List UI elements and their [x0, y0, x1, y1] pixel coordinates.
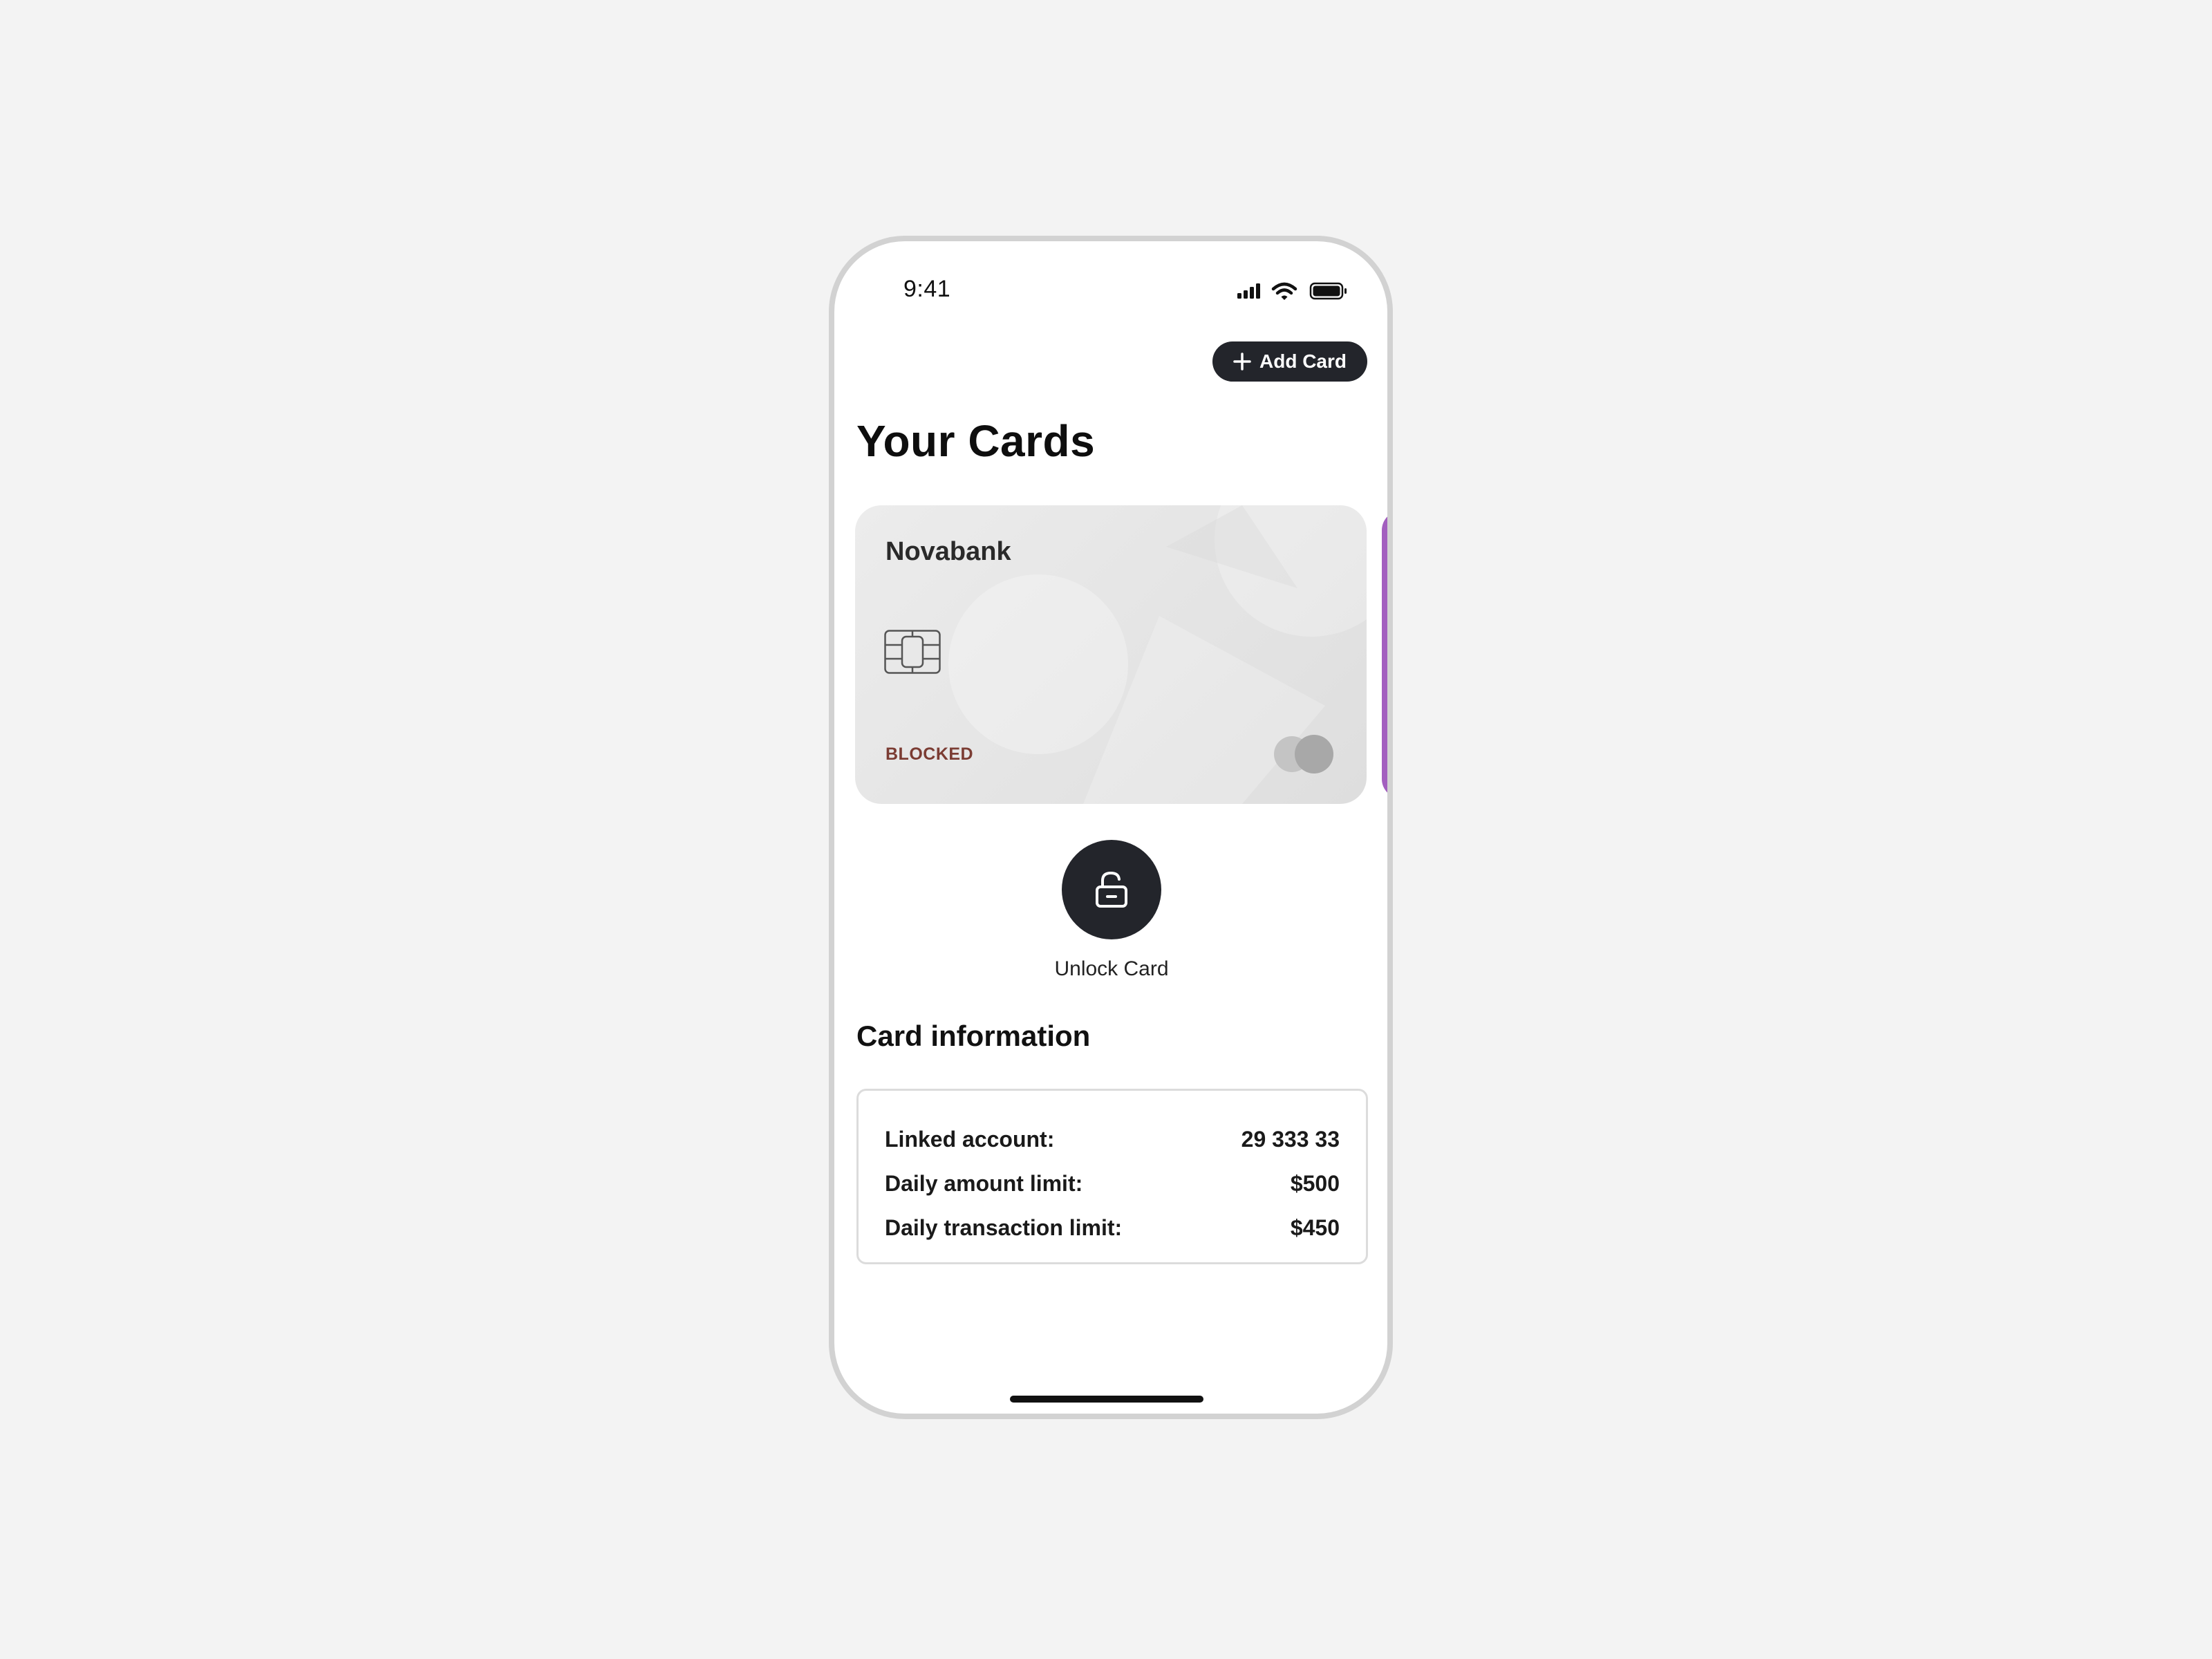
card-network-logo	[1274, 735, 1333, 774]
battery-icon	[1309, 282, 1347, 300]
unlock-card-label: Unlock Card	[1054, 957, 1169, 980]
info-row-daily-amount-limit: Daily amount limit: $500	[885, 1161, 1340, 1206]
card-bank-name: Novabank	[885, 537, 1011, 566]
home-indicator[interactable]	[1010, 1396, 1203, 1403]
unlock-card-button[interactable]	[1062, 840, 1161, 939]
unlock-icon	[1096, 871, 1127, 908]
info-label: Daily amount limit:	[885, 1170, 1083, 1196]
add-card-button[interactable]: Add Card	[1212, 341, 1367, 382]
chip-icon	[884, 630, 941, 674]
card-status-badge: BLOCKED	[885, 744, 974, 764]
info-label: Linked account:	[885, 1126, 1055, 1152]
bank-card[interactable]: Novabank BLOCKED	[855, 505, 1367, 804]
info-row-linked-account: Linked account: 29 333 33	[885, 1117, 1340, 1161]
card-information-title: Card information	[856, 1020, 1091, 1052]
info-row-daily-transaction-limit: Daily transaction limit: $450	[885, 1206, 1340, 1250]
info-label: Daily transaction limit:	[885, 1215, 1123, 1240]
phone-frame: 9:41 Add Card Your Cards Novabank BLOCKE…	[829, 236, 1393, 1419]
signal-icon	[1237, 283, 1260, 299]
next-card-peek[interactable]	[1382, 511, 1387, 798]
wifi-icon	[1271, 282, 1297, 300]
page-title: Your Cards	[856, 416, 1096, 466]
info-value: 29 333 33	[1241, 1126, 1340, 1152]
info-value: $450	[1290, 1215, 1340, 1240]
status-time: 9:41	[903, 276, 951, 302]
status-icons	[1237, 279, 1348, 303]
card-information-panel: Linked account: 29 333 33 Daily amount l…	[856, 1089, 1368, 1264]
add-card-label: Add Card	[1259, 350, 1347, 372]
info-value: $500	[1290, 1170, 1340, 1196]
plus-icon	[1233, 353, 1251, 371]
